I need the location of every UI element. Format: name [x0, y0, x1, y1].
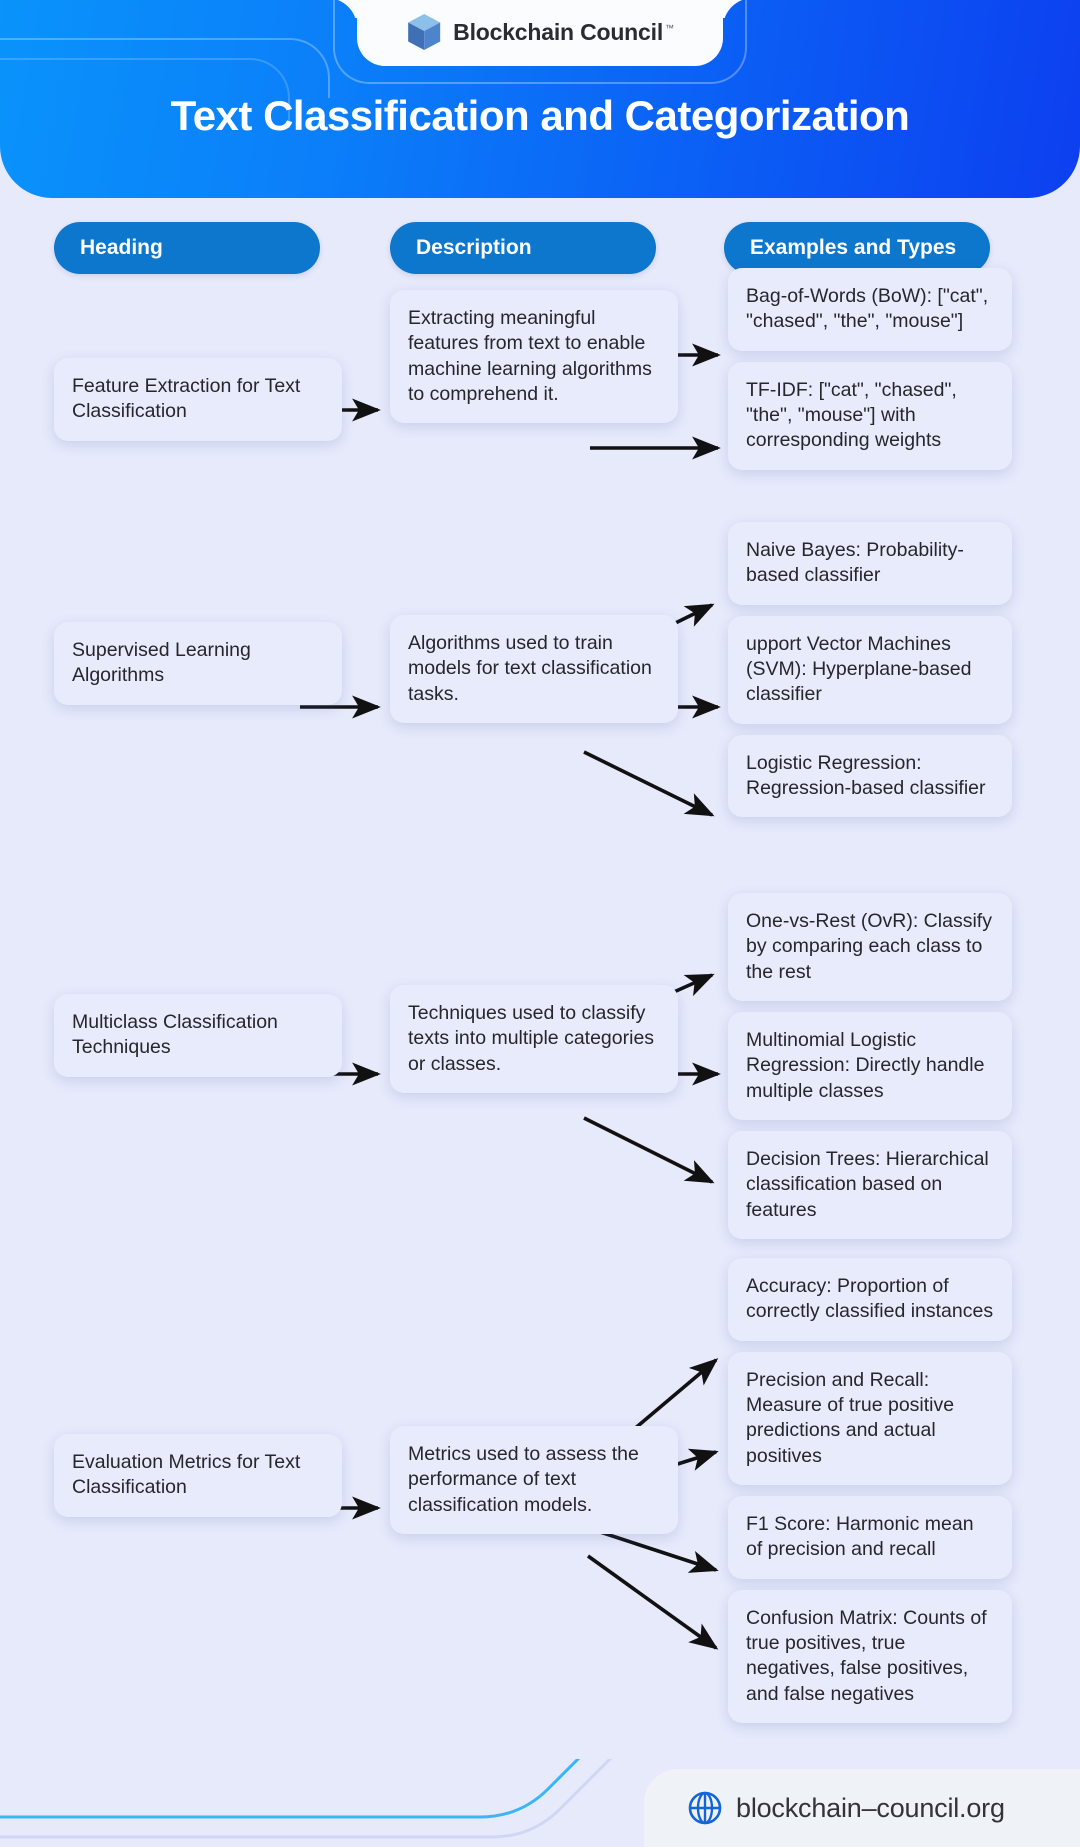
row-heading-card: Evaluation Metrics for Text Classificati…: [54, 1434, 342, 1517]
example-card: One-vs-Rest (OvR): Classify by comparing…: [728, 893, 1012, 1002]
example-card: Precision and Recall: Measure of true po…: [728, 1351, 1012, 1486]
footer-swoosh-decor: [0, 1759, 613, 1839]
example-card: F1 Score: Harmonic mean of precision and…: [728, 1496, 1012, 1579]
header: Blockchain Council ™ Text Classification …: [0, 0, 1080, 200]
row-examples-stack: Bag-of-Words (BoW): ["cat", "chased", "t…: [728, 268, 1012, 470]
row-heading-card: Feature Extraction for Text Classificati…: [54, 358, 342, 441]
footer-website-panel[interactable]: blockchain–council.org: [644, 1769, 1080, 1847]
example-card: TF-IDF: ["cat", "chased", "the", "mouse"…: [728, 361, 1012, 470]
row-heading-card: Supervised Learning Algorithms: [54, 622, 342, 705]
example-card: Naive Bayes: Probability-based classifie…: [728, 522, 1012, 605]
column-header-heading: Heading: [54, 222, 320, 274]
example-card: Bag-of-Words (BoW): ["cat", "chased", "t…: [728, 268, 1012, 351]
row-description-card: Metrics used to assess the performance o…: [390, 1426, 678, 1535]
table-row: Feature Extraction for Text Classificati…: [0, 268, 1080, 505]
column-header-description: Description: [390, 222, 656, 274]
row-description-card: Extracting meaningful features from text…: [390, 290, 678, 424]
table-row: Multiclass Classification Techniques Tec…: [0, 875, 1080, 1260]
footer-url-text: blockchain–council.org: [736, 1792, 1005, 1823]
row-examples-stack: Accuracy: Proportion of correctly classi…: [728, 1258, 1012, 1724]
globe-icon: [688, 1791, 722, 1825]
example-card: Accuracy: Proportion of correctly classi…: [728, 1258, 1012, 1341]
column-headers: Heading Description Examples and Types: [0, 222, 1080, 274]
row-heading-card: Multiclass Classification Techniques: [54, 994, 342, 1077]
row-description-card: Algorithms used to train models for text…: [390, 615, 678, 724]
content-grid: Feature Extraction for Text Classificati…: [0, 268, 1080, 1724]
example-card: Decision Trees: Hierarchical classificat…: [728, 1131, 1012, 1240]
example-card: Logistic Regression: Regression-based cl…: [728, 734, 1012, 818]
example-card: upport Vector Machines (SVM): Hyperplane…: [728, 615, 1012, 724]
row-description-card: Techniques used to classify texts into m…: [390, 985, 678, 1094]
example-card: Confusion Matrix: Counts of true positiv…: [728, 1589, 1012, 1724]
column-header-examples: Examples and Types: [724, 222, 990, 274]
table-row: Supervised Learning Algorithms Algorithm…: [0, 505, 1080, 875]
table-row: Evaluation Metrics for Text Classificati…: [0, 1258, 1080, 1724]
row-examples-stack: One-vs-Rest (OvR): Classify by comparing…: [728, 893, 1012, 1240]
row-examples-stack: Naive Bayes: Probability-based classifie…: [728, 522, 1012, 818]
example-card: Multinomial Logistic Regression: Directl…: [728, 1012, 1012, 1121]
infographic-page: Blockchain Council ™ Text Classification …: [0, 0, 1080, 1847]
page-title: Text Classification and Categorization: [170, 92, 910, 139]
footer: blockchain–council.org: [0, 1755, 1080, 1847]
